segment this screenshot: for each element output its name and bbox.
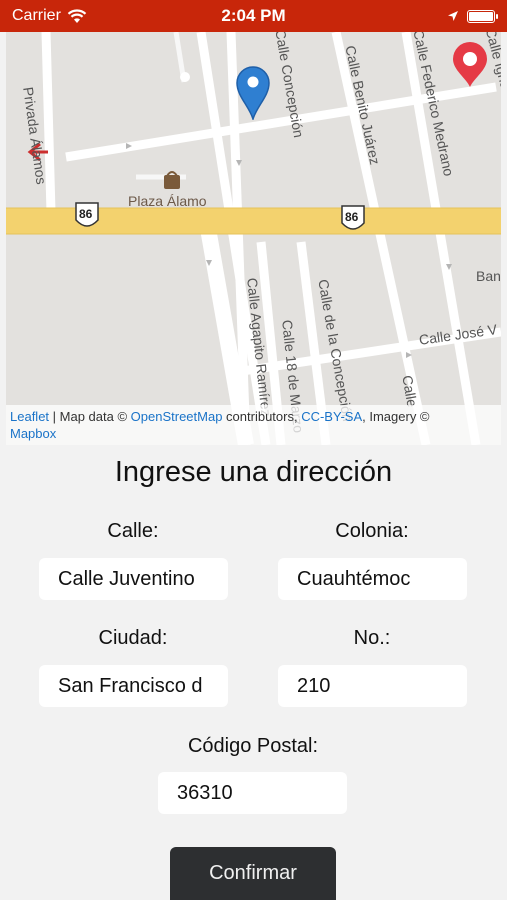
status-right: [315, 9, 498, 23]
road-privada: [41, 32, 56, 213]
road-roundend: [180, 72, 190, 82]
codigo-postal-label: Código Postal:: [187, 735, 319, 757]
street-ban: Ban: [476, 268, 501, 284]
wifi-icon: [67, 8, 87, 23]
status-time: 2:04 PM: [221, 6, 286, 25]
ciudad-label: Ciudad:: [98, 627, 168, 649]
codigo-postal-input[interactable]: [158, 772, 347, 814]
highway-number-1: 86: [79, 207, 93, 221]
colonia-input[interactable]: [278, 558, 467, 600]
calle-label: Calle:: [107, 520, 159, 542]
carrier-label: Carrier: [12, 7, 61, 24]
osm-link[interactable]: OpenStreetMap: [131, 409, 223, 424]
colonia-label: Colonia:: [335, 520, 409, 542]
leaflet-link[interactable]: Leaflet: [10, 409, 49, 424]
status-bar: Carrier 2:04 PM: [0, 0, 507, 32]
confirm-button[interactable]: Confirmar: [170, 847, 336, 900]
map-marker-blue-icon[interactable]: [235, 64, 271, 120]
map-marker-red-icon[interactable]: [451, 42, 489, 88]
map-view[interactable]: 86 86 Privada Álamos Calle Concepción Ca…: [6, 32, 501, 445]
battery-icon: [467, 9, 498, 23]
highway-number-2: 86: [345, 210, 359, 224]
ciudad-input[interactable]: [39, 665, 228, 707]
license-link[interactable]: CC-BY-SA: [301, 409, 362, 424]
attribution-text-2: contributors,: [222, 409, 302, 424]
form-title: Ingrese una dirección: [114, 456, 393, 488]
location-arrow-icon: [448, 11, 458, 21]
numero-label: No.:: [353, 627, 391, 649]
mapbox-link[interactable]: Mapbox: [10, 426, 56, 441]
poi-plaza-alamo: Plaza Álamo: [128, 193, 207, 209]
attribution-text-3: , Imagery ©: [362, 409, 430, 424]
status-left: Carrier: [12, 7, 192, 25]
calle-input[interactable]: [39, 558, 228, 600]
numero-input[interactable]: [278, 665, 467, 707]
attribution-text-1: | Map data ©: [49, 409, 131, 424]
map-attribution: Leaflet | Map data © OpenStreetMap contr…: [6, 405, 501, 445]
